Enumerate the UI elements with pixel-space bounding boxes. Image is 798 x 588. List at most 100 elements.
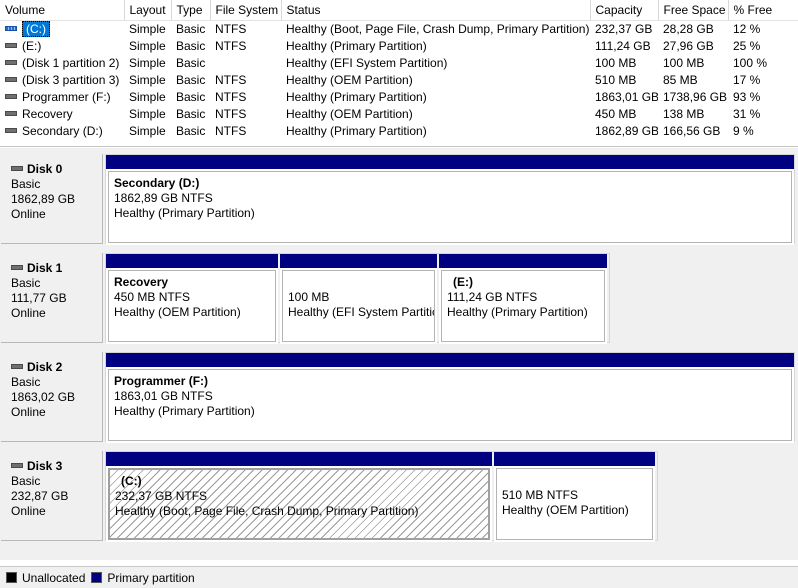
- capacity-cell: 232,37 GB: [595, 21, 653, 36]
- system-disk-icon: [5, 26, 17, 32]
- status-cell: Healthy (Primary Partition): [286, 89, 427, 104]
- unallocated-swatch: [6, 572, 17, 583]
- disk-icon: [11, 166, 23, 171]
- free-space-cell: 85 MB: [663, 72, 698, 87]
- type-cell: Basic: [176, 123, 206, 138]
- volume-row[interactable]: Programmer (F:) Simple Basic NTFS Healthy (P…: [0, 88, 798, 105]
- volume-name: (Disk 3 partition 3): [22, 72, 120, 87]
- partition-body: Recovery 450 MB NTFS Healthy (OEM Partit…: [108, 270, 276, 342]
- percent-free-cell: 100 %: [733, 55, 768, 70]
- disk-state: Online: [11, 207, 46, 221]
- percent-free-cell: 31 %: [733, 106, 761, 121]
- disk-label[interactable]: Disk 1 Basic 111,77 GB Online: [1, 253, 103, 343]
- volume-cell: (Disk 3 partition 3): [0, 71, 124, 88]
- file-system-cell: NTFS: [215, 89, 247, 104]
- type-cell: Basic: [176, 21, 206, 36]
- partition-block[interactable]: Recovery 450 MB NTFS Healthy (OEM Partit…: [106, 254, 278, 344]
- free-space-cell: 100 MB: [663, 55, 705, 70]
- volume-row[interactable]: Recovery Simple Basic NTFS Healthy (OEM Part…: [0, 105, 798, 122]
- layout-cell: Simple: [129, 72, 166, 87]
- partition-body: ​ 100 MB Healthy (EFI System Partitic: [282, 270, 435, 342]
- column-header-capacity[interactable]: Capacity: [590, 0, 659, 21]
- disk-name-text: Disk 3: [27, 459, 63, 473]
- partition-title: (C:): [121, 474, 142, 488]
- volume-row[interactable]: (C:) Simple Basic NTFS Healthy (Boot, Page F…: [0, 20, 798, 37]
- disk-label[interactable]: Disk 3 Basic 232,87 GB Online: [1, 451, 103, 541]
- file-system-cell: NTFS: [215, 38, 247, 53]
- capacity-cell: 510 MB: [595, 72, 637, 87]
- partition-body: ​ 510 MB NTFS Healthy (OEM Partition): [496, 468, 653, 540]
- disk-label[interactable]: Disk 0 Basic 1862,89 GB Online: [1, 154, 103, 244]
- type-cell: Basic: [176, 38, 206, 53]
- partition-title: ​: [502, 473, 652, 488]
- volume-cell: (C:): [0, 20, 124, 37]
- disk-name-text: Disk 2: [27, 360, 63, 374]
- partition-body: Secondary (D:) 1862,89 GB NTFS Healthy (…: [108, 171, 792, 243]
- volume-cell: Secondary (D:): [0, 122, 124, 139]
- volume-row[interactable]: (E:) Simple Basic NTFS Healthy (Primary Part…: [0, 37, 798, 54]
- partition-block[interactable]: ​ 510 MB NTFS Healthy (OEM Partition): [494, 452, 655, 542]
- partition-status: Healthy (Primary Partition): [114, 404, 255, 418]
- partition-color-band: [280, 254, 437, 268]
- type-cell: Basic: [176, 72, 206, 87]
- column-header-status[interactable]: Status: [281, 0, 591, 21]
- file-system-cell: NTFS: [215, 21, 247, 36]
- partition-status: Healthy (Primary Partition): [447, 305, 588, 319]
- partition-color-band: [106, 353, 794, 367]
- free-space-cell: 138 MB: [663, 106, 705, 121]
- column-header-type[interactable]: Type: [171, 0, 211, 21]
- percent-free-cell: 12 %: [733, 21, 761, 36]
- volume-row[interactable]: (Disk 3 partition 3) Simple Basic NTFS Healt…: [0, 71, 798, 88]
- partition-size: 232,37 GB NTFS: [115, 489, 208, 503]
- disk-name: Disk 1: [11, 261, 102, 276]
- disk-icon: [5, 93, 17, 99]
- disk-partitions: Recovery 450 MB NTFS Healthy (OEM Partit…: [105, 253, 610, 344]
- column-header-volume[interactable]: Volume: [0, 0, 125, 21]
- disk-name: Disk 0: [11, 162, 102, 177]
- volume-row[interactable]: (Disk 1 partition 2) Simple Basic Healthy (…: [0, 54, 798, 71]
- disk-name-text: Disk 0: [27, 162, 63, 176]
- volume-table: Volume Layout Type File System Status Ca…: [0, 0, 798, 139]
- volume-name: (E:): [22, 38, 42, 53]
- disk-size: 111,77 GB: [11, 291, 67, 305]
- partition-block[interactable]: (E:) 111,24 GB NTFS Healthy (Primary Par…: [439, 254, 607, 344]
- disk-icon: [11, 463, 23, 468]
- layout-cell: Simple: [129, 55, 166, 70]
- partition-block[interactable]: Secondary (D:) 1862,89 GB NTFS Healthy (…: [106, 155, 794, 245]
- disk-type: Basic: [11, 474, 41, 488]
- partition-color-band: [106, 155, 794, 169]
- volume-list[interactable]: Volume Layout Type File System Status Ca…: [0, 0, 798, 147]
- column-header-percent-free[interactable]: % Free: [728, 0, 798, 21]
- disk-name: Disk 3: [11, 459, 102, 474]
- disk-icon: [5, 59, 17, 65]
- partition-title: Programmer (F:): [114, 374, 209, 388]
- volume-name: (C:): [22, 20, 50, 37]
- column-header-layout[interactable]: Layout: [124, 0, 172, 21]
- percent-free-cell: 93 %: [733, 89, 761, 104]
- disk-state: Online: [11, 504, 46, 518]
- legend-primary-partition: Primary partition: [91, 571, 195, 585]
- disk-label[interactable]: Disk 2 Basic 1863,02 GB Online: [1, 352, 103, 442]
- partition-block[interactable]: Programmer (F:) 1863,01 GB NTFS Healthy …: [106, 353, 794, 443]
- capacity-cell: 1863,01 GB: [595, 89, 658, 104]
- volume-name: Secondary (D:): [22, 123, 103, 138]
- disk-type: Basic: [11, 276, 41, 290]
- partition-size: 510 MB NTFS: [502, 488, 579, 502]
- free-space-cell: 27,96 GB: [663, 38, 714, 53]
- partition-color-band: [106, 452, 492, 466]
- partition-size: 1862,89 GB NTFS: [114, 191, 213, 205]
- partition-block[interactable]: ​ 100 MB Healthy (EFI System Partitic: [280, 254, 437, 344]
- file-system-cell: NTFS: [215, 72, 247, 87]
- column-header-file-system[interactable]: File System: [210, 0, 282, 21]
- status-cell: Healthy (EFI System Partition): [286, 55, 448, 70]
- partition-block-selected[interactable]: (C:) 232,37 GB NTFS Healthy (Boot, Page …: [106, 452, 492, 542]
- partition-title: Secondary (D:): [114, 176, 200, 190]
- layout-cell: Simple: [129, 123, 166, 138]
- disk-type: Basic: [11, 375, 41, 389]
- partition-body: Programmer (F:) 1863,01 GB NTFS Healthy …: [108, 369, 792, 441]
- partition-color-band: [106, 254, 278, 268]
- column-header-free-space[interactable]: Free Space: [658, 0, 729, 21]
- disk-state: Online: [11, 405, 46, 419]
- volume-row[interactable]: Secondary (D:) Simple Basic NTFS Healthy (Pr…: [0, 122, 798, 139]
- capacity-cell: 1862,89 GB: [595, 123, 658, 138]
